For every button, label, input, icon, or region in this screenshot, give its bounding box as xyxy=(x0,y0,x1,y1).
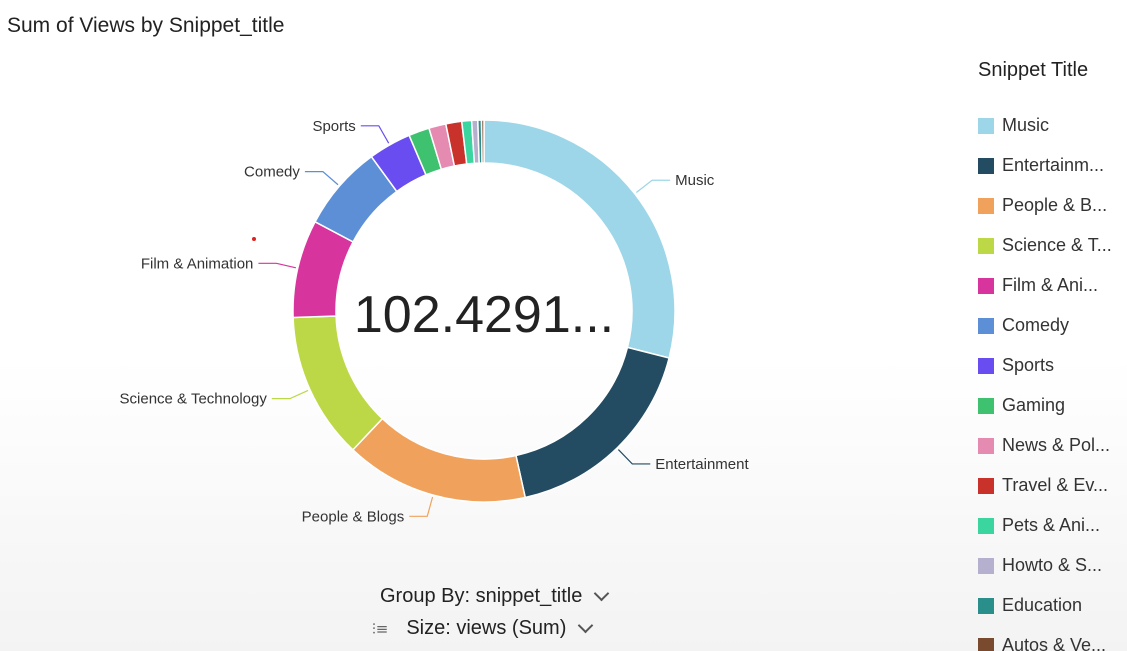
legend-item[interactable]: Film & Ani... xyxy=(978,272,1127,312)
legend-swatch xyxy=(978,478,994,494)
legend-label: Film & Ani... xyxy=(1002,275,1099,295)
legend-label: Sports xyxy=(1002,355,1055,375)
legend-item[interactable]: Pets & Ani... xyxy=(978,512,1127,552)
legend-label: Entertainm... xyxy=(1002,155,1105,175)
legend-item[interactable]: Entertainm... xyxy=(978,152,1127,192)
center-total-label: 102.4291... xyxy=(354,286,614,344)
slice-label: Sports xyxy=(312,118,355,135)
legend-label: Music xyxy=(1002,115,1050,135)
legend-label: Comedy xyxy=(1002,315,1070,335)
size-dropdown[interactable]: ⫶≡ Size: views (Sum) xyxy=(372,617,594,640)
slice-label: Comedy xyxy=(244,164,300,181)
legend-label: Travel & Ev... xyxy=(1002,475,1109,495)
legend-swatch xyxy=(978,158,994,174)
legend-label: Pets & Ani... xyxy=(1002,515,1101,535)
leader-line xyxy=(409,496,434,517)
chevron-down-icon[interactable] xyxy=(594,585,610,602)
donut-chart[interactable]: Music Entertainment People & Blogs Science … xyxy=(0,0,960,580)
legend-item[interactable]: People & B... xyxy=(978,192,1127,232)
leader-line xyxy=(304,171,339,186)
legend-swatch xyxy=(978,278,994,294)
donut-slice[interactable] xyxy=(515,346,671,499)
legend-label: Gaming xyxy=(1002,395,1066,415)
legend-item[interactable]: Autos & Ve... xyxy=(978,632,1127,651)
legend-label: People & B... xyxy=(1002,195,1108,215)
legend-item[interactable]: Howto & S... xyxy=(978,552,1127,592)
donut-slice[interactable] xyxy=(351,417,527,503)
slice-label: Film & Animation xyxy=(141,255,254,272)
legend-item[interactable]: Travel & Ev... xyxy=(978,472,1127,512)
leader-line xyxy=(635,179,671,193)
group-by-dropdown[interactable]: Group By: snippet_title xyxy=(380,585,610,608)
legend-label: Autos & Ve... xyxy=(1002,635,1107,651)
legend: Music Entertainm... People & B... Science &… xyxy=(978,112,1127,651)
legend-swatch xyxy=(978,638,994,651)
cursor-dot xyxy=(252,237,256,241)
legend-swatch xyxy=(978,518,994,534)
legend-label: News & Pol... xyxy=(1002,435,1111,455)
legend-title: Snippet Title xyxy=(978,59,1089,81)
slice-label: Music xyxy=(675,172,715,189)
donut-slice[interactable] xyxy=(480,119,485,164)
legend-item[interactable]: Comedy xyxy=(978,312,1127,352)
legend-swatch xyxy=(978,358,994,374)
legend-label: Howto & S... xyxy=(1002,555,1103,575)
legend-label: Science & T... xyxy=(1002,235,1112,255)
legend-label: Education xyxy=(1002,595,1083,615)
leader-line xyxy=(617,449,651,465)
legend-swatch xyxy=(978,318,994,334)
legend-item[interactable]: Science & T... xyxy=(978,232,1127,272)
legend-swatch xyxy=(978,238,994,254)
legend-swatch xyxy=(978,438,994,454)
leader-line xyxy=(271,389,309,400)
size-label: Size: views (Sum) xyxy=(406,617,567,639)
slice-label: Science & Technology xyxy=(120,391,268,408)
legend-swatch xyxy=(978,398,994,414)
slice-label: People & Blogs xyxy=(302,508,405,525)
slice-label: Entertainment xyxy=(655,456,749,473)
legend-item[interactable]: Gaming xyxy=(978,392,1127,432)
chevron-down-icon[interactable] xyxy=(578,617,594,634)
legend-item[interactable]: News & Pol... xyxy=(978,432,1127,472)
legend-swatch xyxy=(978,598,994,614)
leader-line xyxy=(258,262,297,269)
group-by-label: Group By: snippet_title xyxy=(380,585,583,607)
legend-swatch xyxy=(978,558,994,574)
leader-line xyxy=(360,125,390,144)
legend-item[interactable]: Sports xyxy=(978,352,1127,392)
size-measure-icon: ⫶≡ xyxy=(372,619,389,638)
legend-item[interactable]: Music xyxy=(978,112,1127,152)
legend-swatch xyxy=(978,198,994,214)
legend-swatch xyxy=(978,118,994,134)
legend-item[interactable]: Education xyxy=(978,592,1127,632)
